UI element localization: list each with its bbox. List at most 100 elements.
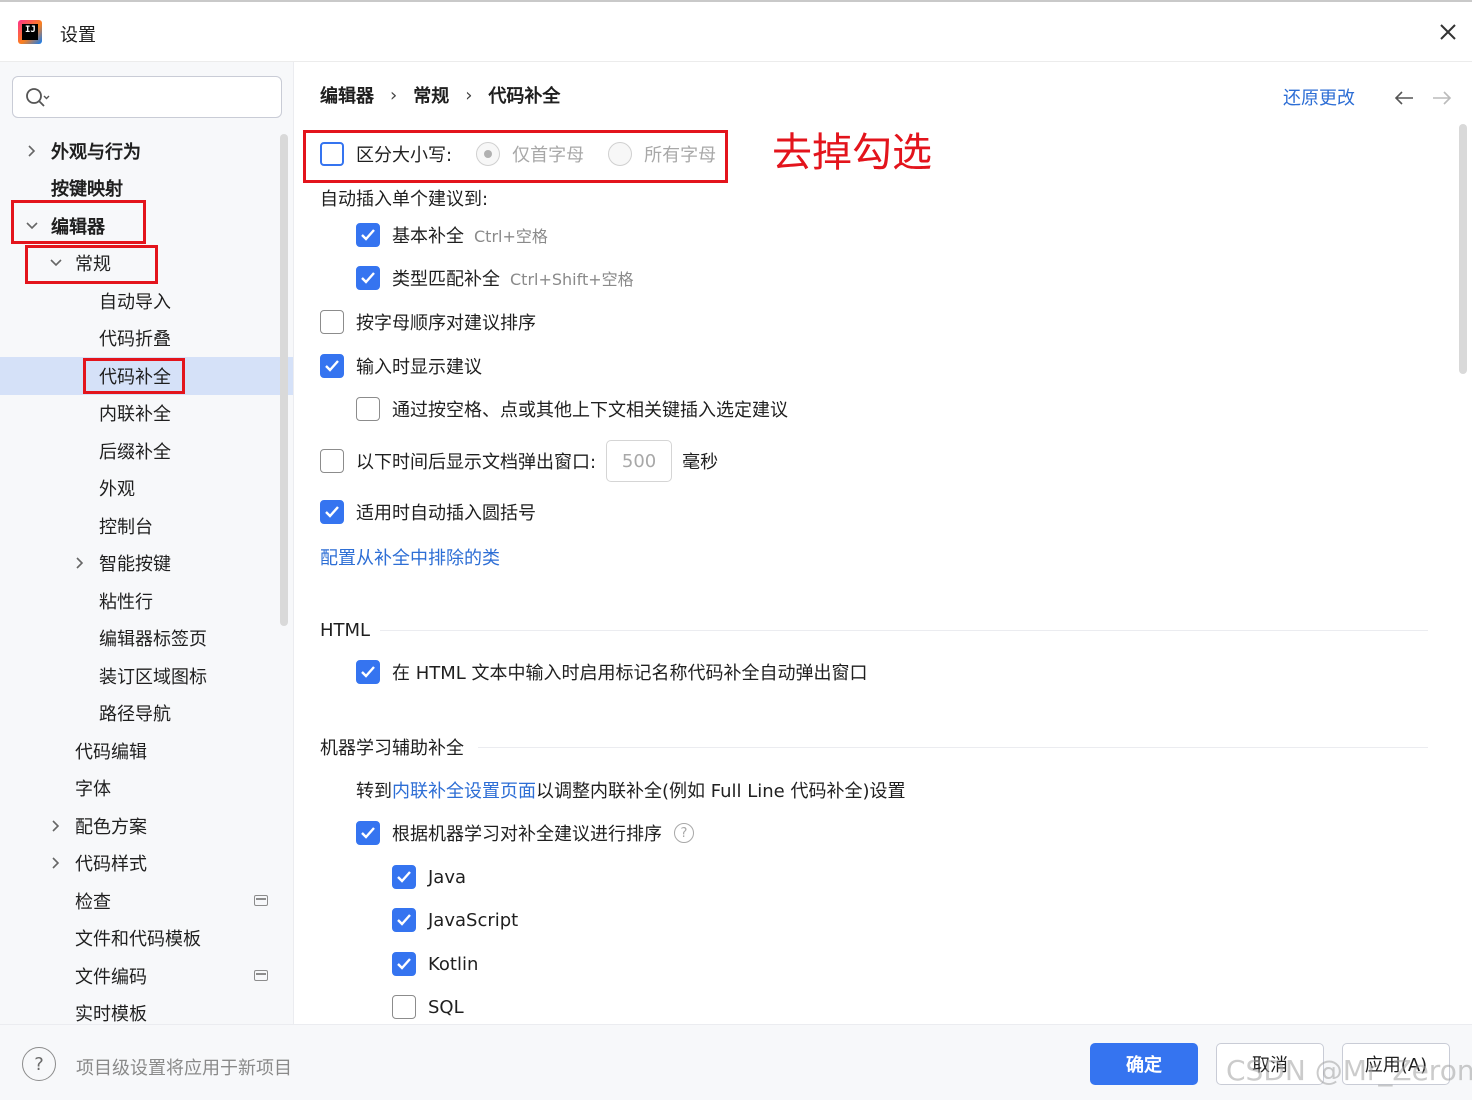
first-letter-radio[interactable] xyxy=(476,142,501,166)
sidebar-item-postfix-completion[interactable]: 后缀补全 xyxy=(0,432,293,470)
insert-by-space-checkbox[interactable] xyxy=(356,397,380,421)
doc-popup-label: 以下时间后显示文档弹出窗口: xyxy=(356,452,597,473)
intellij-app-icon: IJ xyxy=(18,20,42,44)
close-button[interactable] xyxy=(1432,16,1464,48)
basic-completion-shortcut: Ctrl+空格 xyxy=(474,227,548,246)
question-icon: ? xyxy=(34,1053,44,1075)
sidebar-item-code-folding[interactable]: 代码折叠 xyxy=(0,320,293,358)
sidebar-item-sticky-lines[interactable]: 粘性行 xyxy=(0,582,293,620)
ml-goto-prefix: 转到 xyxy=(356,781,392,802)
show-on-typing-checkbox[interactable] xyxy=(320,354,344,378)
auto-parens-row: 适用时自动插入圆括号 xyxy=(320,498,536,526)
auto-insert-title: 自动插入单个建议到: xyxy=(320,189,489,210)
basic-completion-checkbox[interactable] xyxy=(356,223,380,247)
sidebar-item-editor[interactable]: 编辑器 xyxy=(0,207,293,245)
breadcrumb-general[interactable]: 常规 xyxy=(413,82,449,108)
sidebar-item-file-templates[interactable]: 文件和代码模板 xyxy=(0,920,293,958)
sql-checkbox[interactable] xyxy=(392,995,416,1019)
chevron-down-icon xyxy=(48,255,64,271)
checkmark-icon xyxy=(397,871,411,883)
basic-completion-label: 基本补全 xyxy=(392,226,464,247)
breadcrumb-editor[interactable]: 编辑器 xyxy=(320,82,374,108)
help-icon[interactable]: ? xyxy=(674,823,694,843)
reset-changes-link[interactable]: 还原更改 xyxy=(1283,84,1355,110)
sidebar-item-console[interactable]: 控制台 xyxy=(0,507,293,545)
sort-alpha-row: 按字母顺序对建议排序 xyxy=(320,308,536,336)
sidebar-item-color-scheme[interactable]: 配色方案 xyxy=(0,807,293,845)
sidebar-item-inline-completion[interactable]: 内联补全 xyxy=(0,395,293,433)
sidebar-item-smart-keys[interactable]: 智能按键 xyxy=(0,545,293,583)
inline-completion-settings-link[interactable]: 内联补全设置页面 xyxy=(392,777,536,803)
help-button[interactable]: ? xyxy=(22,1047,56,1081)
java-checkbox[interactable] xyxy=(392,865,416,889)
content-scrollbar[interactable] xyxy=(1459,124,1467,374)
checkmark-icon xyxy=(361,272,375,284)
breadcrumb: 编辑器 › 常规 › 代码补全 xyxy=(320,82,560,108)
chevron-right-icon: › xyxy=(465,84,473,106)
settings-tree: 外观与行为 按键映射 编辑器 常规 自动导入 代码折叠 代码补全 内联补全 后缀… xyxy=(0,132,293,1024)
sidebar-item-editor-tabs[interactable]: 编辑器标签页 xyxy=(0,620,293,658)
type-match-row: 类型匹配补全 Ctrl+Shift+空格 xyxy=(356,264,634,292)
sort-alpha-label: 按字母顺序对建议排序 xyxy=(356,313,536,334)
sidebar-item-font[interactable]: 字体 xyxy=(0,770,293,808)
search-input[interactable] xyxy=(12,76,282,118)
doc-popup-delay-input[interactable]: 500 xyxy=(606,440,673,482)
chevron-right-icon: › xyxy=(390,84,398,106)
type-match-label: 类型匹配补全 xyxy=(392,269,500,290)
checkmark-icon xyxy=(361,229,375,241)
checkmark-icon xyxy=(397,958,411,970)
auto-parens-checkbox[interactable] xyxy=(320,500,344,524)
sidebar-scrollbar[interactable] xyxy=(280,134,288,626)
ml-goto-suffix: 以调整内联补全(例如 Full Line 代码补全)设置 xyxy=(536,781,906,802)
ml-sort-row: 根据机器学习对补全建议进行排序 ? xyxy=(356,819,694,847)
javascript-checkbox[interactable] xyxy=(392,908,416,932)
sidebar-item-auto-import[interactable]: 自动导入 xyxy=(0,282,293,320)
checkmark-icon xyxy=(325,506,339,518)
settings-content: 编辑器 › 常规 › 代码补全 还原更改 区分大小写: 仅首字母 所有字母 自动… xyxy=(294,62,1472,1024)
sidebar-item-appearance[interactable]: 外观与行为 xyxy=(0,132,293,170)
checkmark-icon xyxy=(361,666,375,678)
sidebar-item-code-style[interactable]: 代码样式 xyxy=(0,845,293,883)
sidebar-item-code-editing[interactable]: 代码编辑 xyxy=(0,732,293,770)
html-popup-checkbox[interactable] xyxy=(356,660,380,684)
html-section-divider xyxy=(380,630,1428,631)
language-row-java: Java xyxy=(392,863,466,891)
html-popup-label: 在 HTML 文本中输入时启用标记名称代码补全自动弹出窗口 xyxy=(392,663,868,684)
sidebar-item-breadcrumbs[interactable]: 路径导航 xyxy=(0,695,293,733)
ok-button[interactable]: 确定 xyxy=(1090,1043,1198,1085)
case-sensitive-checkbox[interactable] xyxy=(320,142,344,166)
type-match-checkbox[interactable] xyxy=(356,266,380,290)
exclude-classes-link[interactable]: 配置从补全中排除的类 xyxy=(320,543,500,571)
ml-sort-checkbox[interactable] xyxy=(356,821,380,845)
sidebar-item-code-completion[interactable]: 代码补全 xyxy=(0,357,293,395)
java-label: Java xyxy=(428,866,467,888)
footer-note: 项目级设置将应用于新项目 xyxy=(76,1058,292,1079)
checkmark-icon xyxy=(325,360,339,372)
doc-popup-checkbox[interactable] xyxy=(320,449,344,473)
all-letters-radio[interactable] xyxy=(608,142,633,166)
sidebar-item-file-encodings[interactable]: 文件编码 xyxy=(0,957,293,995)
search-icon xyxy=(26,88,50,107)
ml-section-title: 机器学习辅助补全 xyxy=(320,738,464,759)
sidebar-item-keymap[interactable]: 按键映射 xyxy=(0,170,293,208)
auto-parens-label: 适用时自动插入圆括号 xyxy=(356,503,536,524)
kotlin-checkbox[interactable] xyxy=(392,952,416,976)
sidebar-item-live-templates[interactable]: 实时模板 xyxy=(0,995,293,1024)
back-arrow-icon[interactable] xyxy=(1393,88,1415,108)
sidebar-item-general[interactable]: 常规 xyxy=(0,245,293,283)
kotlin-label: Kotlin xyxy=(428,953,479,975)
sort-alpha-checkbox[interactable] xyxy=(320,310,344,334)
project-scope-icon xyxy=(254,970,268,982)
ml-sort-label: 根据机器学习对补全建议进行排序 xyxy=(392,824,662,845)
sidebar-item-gutter-icons[interactable]: 装订区域图标 xyxy=(0,657,293,695)
checkmark-icon xyxy=(361,827,375,839)
forward-arrow-icon[interactable] xyxy=(1431,88,1453,108)
basic-completion-row: 基本补全 Ctrl+空格 xyxy=(356,221,548,249)
watermark: CSDN @Mr_Zerone xyxy=(1226,1054,1472,1087)
sidebar-item-appearance-editor[interactable]: 外观 xyxy=(0,470,293,508)
sidebar-item-inspections[interactable]: 检查 xyxy=(0,882,293,920)
chevron-right-icon xyxy=(24,143,40,159)
insert-by-space-row: 通过按空格、点或其他上下文相关键插入选定建议 xyxy=(356,395,788,423)
case-sensitive-label: 区分大小写: xyxy=(356,145,453,166)
language-row-sql: SQL xyxy=(392,993,464,1021)
